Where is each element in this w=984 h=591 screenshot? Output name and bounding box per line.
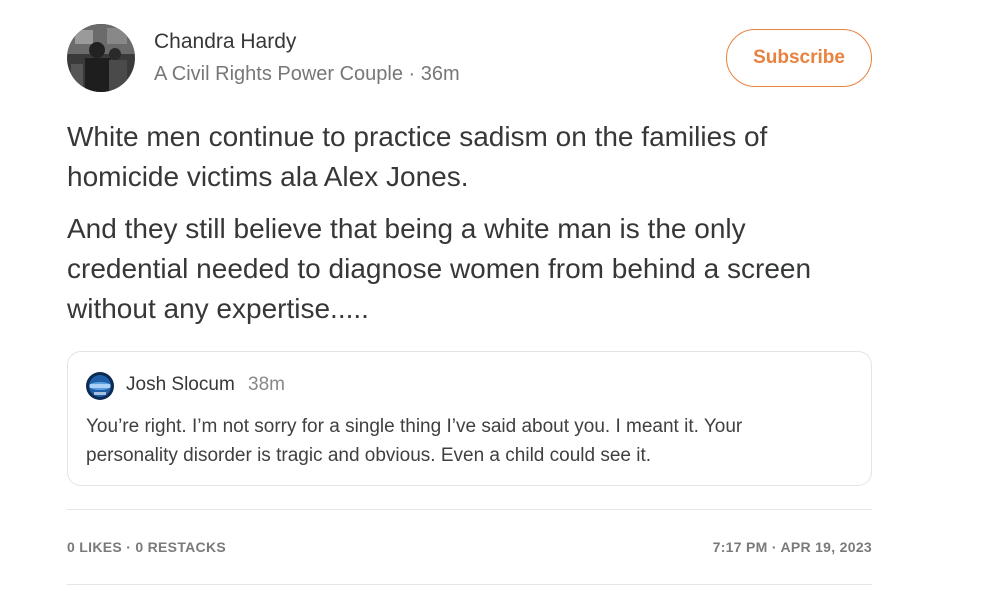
author-name[interactable]: Chandra Hardy <box>154 30 296 54</box>
timestamp-date: APR 19, 2023 <box>780 539 872 555</box>
meta-separator: · <box>403 63 421 85</box>
quote-author-name: Josh Slocum <box>126 374 235 395</box>
publication-name[interactable]: A Civil Rights Power Couple <box>154 63 403 85</box>
author-meta: A Civil Rights Power Couple · 36m <box>154 63 460 86</box>
post-card: Chandra Hardy A Civil Rights Power Coupl… <box>67 0 872 591</box>
quote-text: You’re right. I’m not sorry for a single… <box>86 416 743 466</box>
post-time[interactable]: 36m <box>421 63 460 85</box>
post-body: White men continue to practice sadism on… <box>67 117 837 341</box>
stats-separator: · <box>122 539 136 555</box>
post-paragraph: And they still believe that being a whit… <box>67 213 812 324</box>
subscribe-button[interactable]: Subscribe <box>726 29 872 87</box>
divider <box>67 509 872 510</box>
quote-author-avatar <box>86 372 114 400</box>
timestamp-separator: · <box>767 539 781 555</box>
author-avatar[interactable] <box>67 24 135 92</box>
restacks-count[interactable]: 0 RESTACKS <box>135 539 226 555</box>
engagement-stats: 0 LIKES · 0 RESTACKS <box>67 539 226 555</box>
post-timestamp: 7:17 PM · APR 19, 2023 <box>713 539 872 555</box>
timestamp-time: 7:17 PM <box>712 539 768 555</box>
divider <box>67 584 872 585</box>
post-paragraph: White men continue to practice sadism on… <box>67 121 768 192</box>
quote-time: 38m <box>248 374 285 395</box>
quoted-post[interactable]: Josh Slocum 38m You’re right. I’m not so… <box>67 351 872 486</box>
likes-count[interactable]: 0 LIKES <box>67 539 122 555</box>
